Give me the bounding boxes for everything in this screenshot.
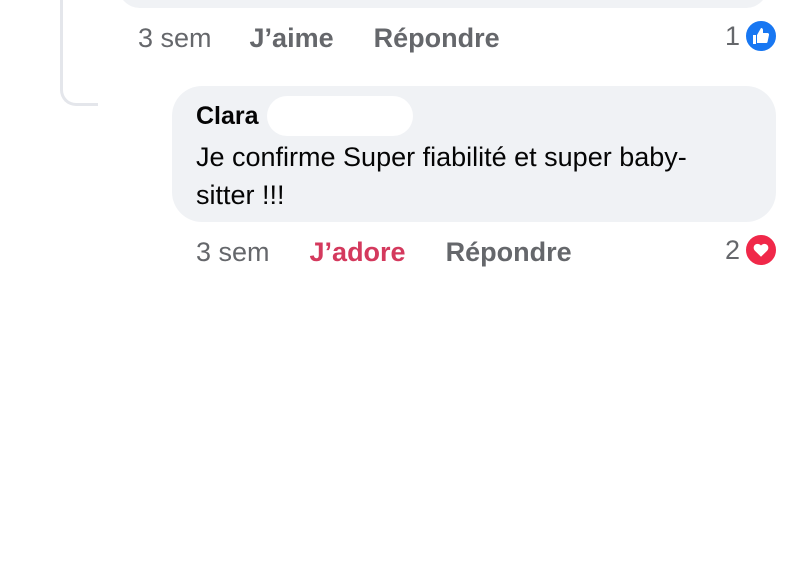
comment-thread: 3 sem J’aime Répondre 1 Clara Je confirm… — [0, 0, 800, 577]
reply-comment-actions: 3 sem J’adore Répondre — [196, 232, 572, 272]
reply-button[interactable]: Répondre — [446, 237, 572, 268]
comment-timestamp[interactable]: 3 sem — [196, 237, 270, 268]
parent-reaction-summary[interactable]: 1 — [725, 18, 778, 54]
comment-text: Je confirme Super fiabilité et super bab… — [196, 142, 687, 210]
thumbs-up-icon — [744, 19, 778, 53]
reply-reaction-summary[interactable]: 2 — [725, 232, 778, 268]
parent-comment-bubble — [118, 0, 768, 8]
parent-comment-actions: 3 sem J’aime Répondre — [138, 18, 500, 58]
reaction-count: 2 — [724, 234, 740, 265]
author-name[interactable]: Clara — [196, 102, 259, 131]
love-button[interactable]: J’adore — [310, 237, 406, 268]
author-row: Clara — [196, 96, 752, 136]
reply-comment-bubble: Clara Je confirme Super fiabilité et sup… — [172, 86, 776, 222]
like-button[interactable]: J’aime — [250, 23, 334, 54]
thread-connector-line — [60, 0, 98, 106]
reaction-count: 1 — [724, 20, 740, 51]
comment-timestamp[interactable]: 3 sem — [138, 23, 212, 54]
reply-button[interactable]: Répondre — [374, 23, 500, 54]
redacted-surname — [266, 96, 413, 136]
heart-icon — [744, 233, 778, 267]
